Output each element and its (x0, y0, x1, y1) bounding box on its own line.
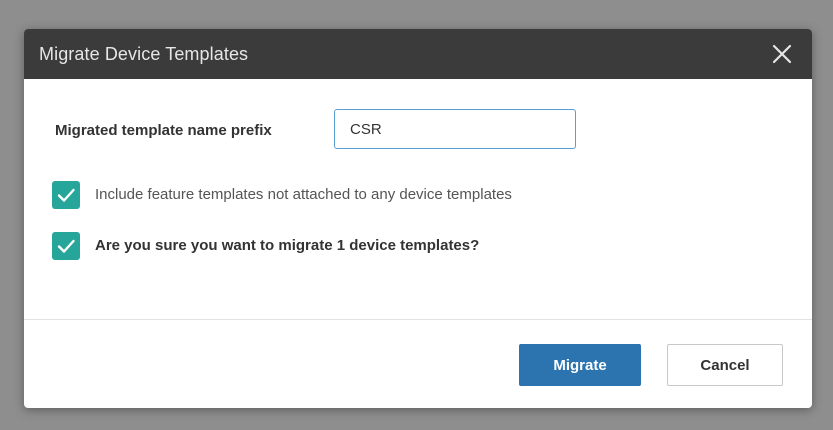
confirm-migrate-label: Are you sure you want to migrate 1 devic… (95, 237, 480, 254)
dialog-header: Migrate Device Templates (24, 29, 812, 79)
confirm-migrate-checkbox[interactable] (52, 232, 80, 260)
dialog-title: Migrate Device Templates (39, 44, 249, 64)
include-feature-templates-checkbox[interactable] (52, 181, 80, 209)
footer-divider (24, 319, 812, 320)
checkmark-icon (57, 239, 75, 253)
prefix-input[interactable] (334, 109, 576, 149)
close-icon[interactable] (770, 42, 794, 66)
cancel-button[interactable]: Cancel (667, 344, 783, 386)
checkmark-icon (57, 188, 75, 202)
prefix-field-label: Migrated template name prefix (55, 122, 272, 139)
include-feature-templates-label: Include feature templates not attached t… (95, 186, 512, 203)
migrate-button[interactable]: Migrate (519, 344, 641, 386)
migrate-dialog: Migrate Device Templates Migrated templa… (24, 29, 812, 408)
